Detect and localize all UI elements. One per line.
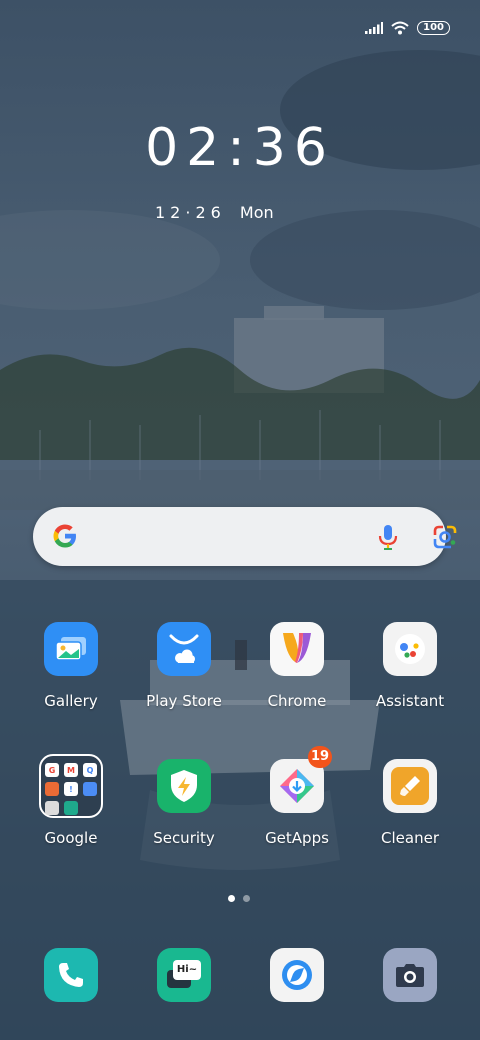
app-chrome[interactable]: Chrome bbox=[242, 622, 352, 710]
app-play-store[interactable]: Play Store bbox=[129, 622, 239, 710]
page-dot-active bbox=[228, 895, 235, 902]
phone-icon bbox=[44, 948, 98, 1002]
battery-indicator: 100 bbox=[417, 21, 450, 35]
signal-bars-icon bbox=[365, 22, 384, 34]
app-label: Cleaner bbox=[381, 829, 439, 847]
folder-app-photos-icon bbox=[64, 801, 78, 815]
google-g-icon bbox=[53, 524, 76, 548]
dock-camera[interactable] bbox=[355, 948, 465, 1002]
google-lens-icon[interactable] bbox=[431, 523, 459, 551]
app-label: Chrome bbox=[267, 692, 327, 710]
notification-badge: 19 bbox=[308, 746, 332, 768]
app-getapps[interactable]: 19 GetApps bbox=[242, 746, 352, 847]
folder-google[interactable]: G M Q ! Google bbox=[16, 754, 126, 847]
dock-messaging[interactable]: Hi~ bbox=[129, 948, 239, 1002]
dock-browser[interactable] bbox=[242, 948, 352, 1002]
app-gallery[interactable]: Gallery bbox=[16, 622, 126, 710]
date-value: 12·26 bbox=[155, 203, 226, 222]
battery-level: 100 bbox=[423, 22, 444, 33]
dock-phone[interactable] bbox=[16, 948, 126, 1002]
messaging-bubble-text: Hi~ bbox=[173, 960, 201, 980]
getapps-icon: 19 bbox=[270, 746, 332, 813]
folder-app-duo-icon bbox=[83, 782, 97, 796]
camera-icon bbox=[383, 948, 437, 1002]
folder-app-music-icon bbox=[45, 801, 59, 815]
folder-app-youtube-icon bbox=[45, 782, 59, 796]
app-label: Gallery bbox=[44, 692, 98, 710]
status-bar: 100 bbox=[365, 18, 450, 38]
clock-time[interactable]: 02:36 bbox=[0, 118, 480, 178]
microphone-icon[interactable] bbox=[376, 523, 400, 551]
assistant-icon bbox=[383, 622, 437, 676]
wifi-icon bbox=[391, 21, 409, 35]
folder-app-drive-icon: ! bbox=[64, 782, 78, 796]
cleaner-icon bbox=[383, 759, 437, 813]
app-label: Security bbox=[153, 829, 215, 847]
folder-app-google-icon: G bbox=[45, 763, 59, 777]
messaging-icon: Hi~ bbox=[157, 948, 211, 1002]
app-label: Assistant bbox=[375, 692, 445, 710]
app-cleaner[interactable]: Cleaner bbox=[355, 759, 465, 847]
play-store-icon bbox=[157, 622, 211, 676]
page-indicator[interactable] bbox=[228, 895, 250, 902]
gallery-icon bbox=[44, 622, 98, 676]
google-folder-icon: G M Q ! bbox=[39, 754, 103, 818]
chrome-icon bbox=[270, 622, 324, 676]
page-dot bbox=[243, 895, 250, 902]
browser-icon bbox=[270, 948, 324, 1002]
folder-app-maps-icon: Q bbox=[83, 763, 97, 777]
app-label: Google bbox=[44, 829, 98, 847]
app-security[interactable]: Security bbox=[129, 759, 239, 847]
clock-date: 12·26 Mon bbox=[155, 203, 274, 222]
app-assistant[interactable]: Assistant bbox=[355, 622, 465, 710]
app-label: GetApps bbox=[265, 829, 329, 847]
weekday: Mon bbox=[239, 203, 274, 222]
google-search-bar[interactable] bbox=[33, 507, 457, 566]
security-icon bbox=[157, 759, 211, 813]
app-label: Play Store bbox=[146, 692, 222, 710]
folder-app-gmail-icon: M bbox=[64, 763, 78, 777]
